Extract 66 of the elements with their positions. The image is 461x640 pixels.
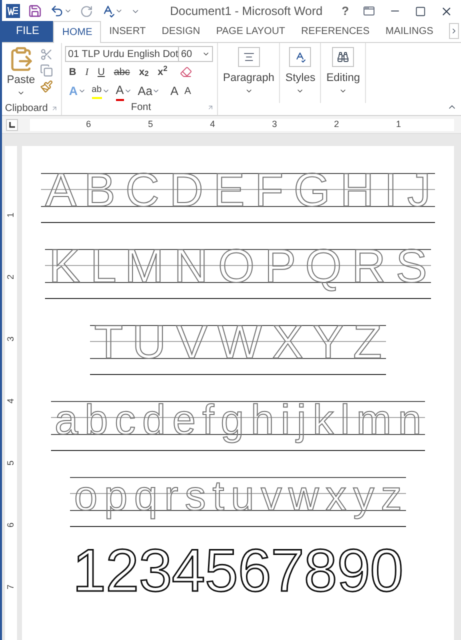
- group-label: Clipboard: [5, 102, 48, 116]
- caret-icon: [64, 7, 72, 15]
- format-button[interactable]: U: [98, 64, 105, 80]
- save-icon[interactable]: [28, 4, 42, 18]
- ruler-number: 1: [6, 212, 16, 218]
- cut-icon[interactable]: [40, 48, 53, 61]
- tracing-numbers: 1 2 3 4 5 6 7 8 9 0: [72, 541, 404, 601]
- paste-button[interactable]: Paste: [6, 46, 36, 101]
- ribbon-tab[interactable]: HOME: [53, 21, 102, 43]
- redo-icon[interactable]: [80, 4, 93, 18]
- file-tab[interactable]: FILE: [2, 21, 54, 42]
- caret-icon: [202, 50, 210, 58]
- ruler-number: 7: [6, 584, 16, 590]
- format-button[interactable]: x$^{2}$: [158, 64, 168, 80]
- ruler-number: 1: [395, 118, 402, 131]
- effect-button[interactable]: Aa: [138, 82, 152, 100]
- word-logo-icon: [6, 4, 20, 18]
- ruler-number: 5: [147, 118, 154, 131]
- caret-icon: [102, 87, 110, 95]
- format-button[interactable]: I: [85, 64, 89, 80]
- ribbon-tab[interactable]: MAILINGS: [378, 21, 442, 42]
- ruler-number: 3: [271, 118, 278, 131]
- ribbon-tab[interactable]: REFERENCES: [293, 21, 378, 42]
- ruler-number: 6: [85, 118, 92, 131]
- clear-formatting-icon[interactable]: [180, 66, 192, 78]
- ruler-number: 2: [6, 274, 16, 280]
- ruler-number: 4: [6, 398, 16, 404]
- paragraph-button[interactable]: Paragraph: [218, 43, 280, 103]
- ruler-number: 4: [209, 118, 216, 131]
- ruler-number: 6: [6, 522, 16, 528]
- caret-icon: [115, 7, 123, 15]
- format-button[interactable]: x$_{2}$: [138, 64, 149, 80]
- ribbon-tab[interactable]: DESIGN: [154, 21, 208, 42]
- format-painter-icon[interactable]: [40, 80, 53, 93]
- ruler-number: 3: [6, 336, 16, 342]
- close-icon[interactable]: [440, 4, 453, 18]
- tab-selector-icon[interactable]: [9, 122, 15, 128]
- font-name-field[interactable]: 01 TLP Urdu English Dot: [65, 46, 179, 62]
- scroll-right-icon[interactable]: [450, 27, 458, 35]
- copy-icon[interactable]: [40, 64, 53, 77]
- help-button[interactable]: ?: [342, 2, 349, 20]
- caret-icon: [124, 87, 132, 95]
- undo-icon[interactable]: [50, 4, 64, 18]
- group-label: Font: [130, 100, 151, 114]
- caret-icon: [152, 87, 160, 95]
- grow-font-button[interactable]: A: [170, 82, 178, 100]
- styles-icon: [294, 51, 306, 63]
- window-title: Document1 - Microsoft Word: [170, 3, 322, 20]
- ribbon-display-icon[interactable]: [363, 5, 375, 17]
- maximize-icon[interactable]: [415, 6, 426, 16]
- editing-button[interactable]: Editing: [321, 43, 366, 103]
- spelling-icon[interactable]: [101, 4, 115, 18]
- ribbon-tab[interactable]: PAGE LAYOUT: [208, 21, 294, 42]
- ribbon-tab[interactable]: INSERT: [101, 21, 154, 42]
- effect-button[interactable]: ab: [92, 83, 102, 99]
- caret-icon: [78, 87, 86, 95]
- format-button[interactable]: abc: [114, 64, 130, 80]
- shrink-font-button[interactable]: A: [184, 84, 192, 98]
- format-button[interactable]: B: [69, 64, 76, 80]
- ruler-number: 5: [6, 460, 16, 466]
- styles-button[interactable]: Styles: [280, 43, 322, 103]
- font-size-field[interactable]: 60: [179, 46, 213, 62]
- effect-button[interactable]: A: [116, 81, 124, 101]
- align-center-icon: [242, 51, 255, 63]
- binoculars-icon: [337, 51, 350, 63]
- ruler-number: 2: [333, 118, 340, 131]
